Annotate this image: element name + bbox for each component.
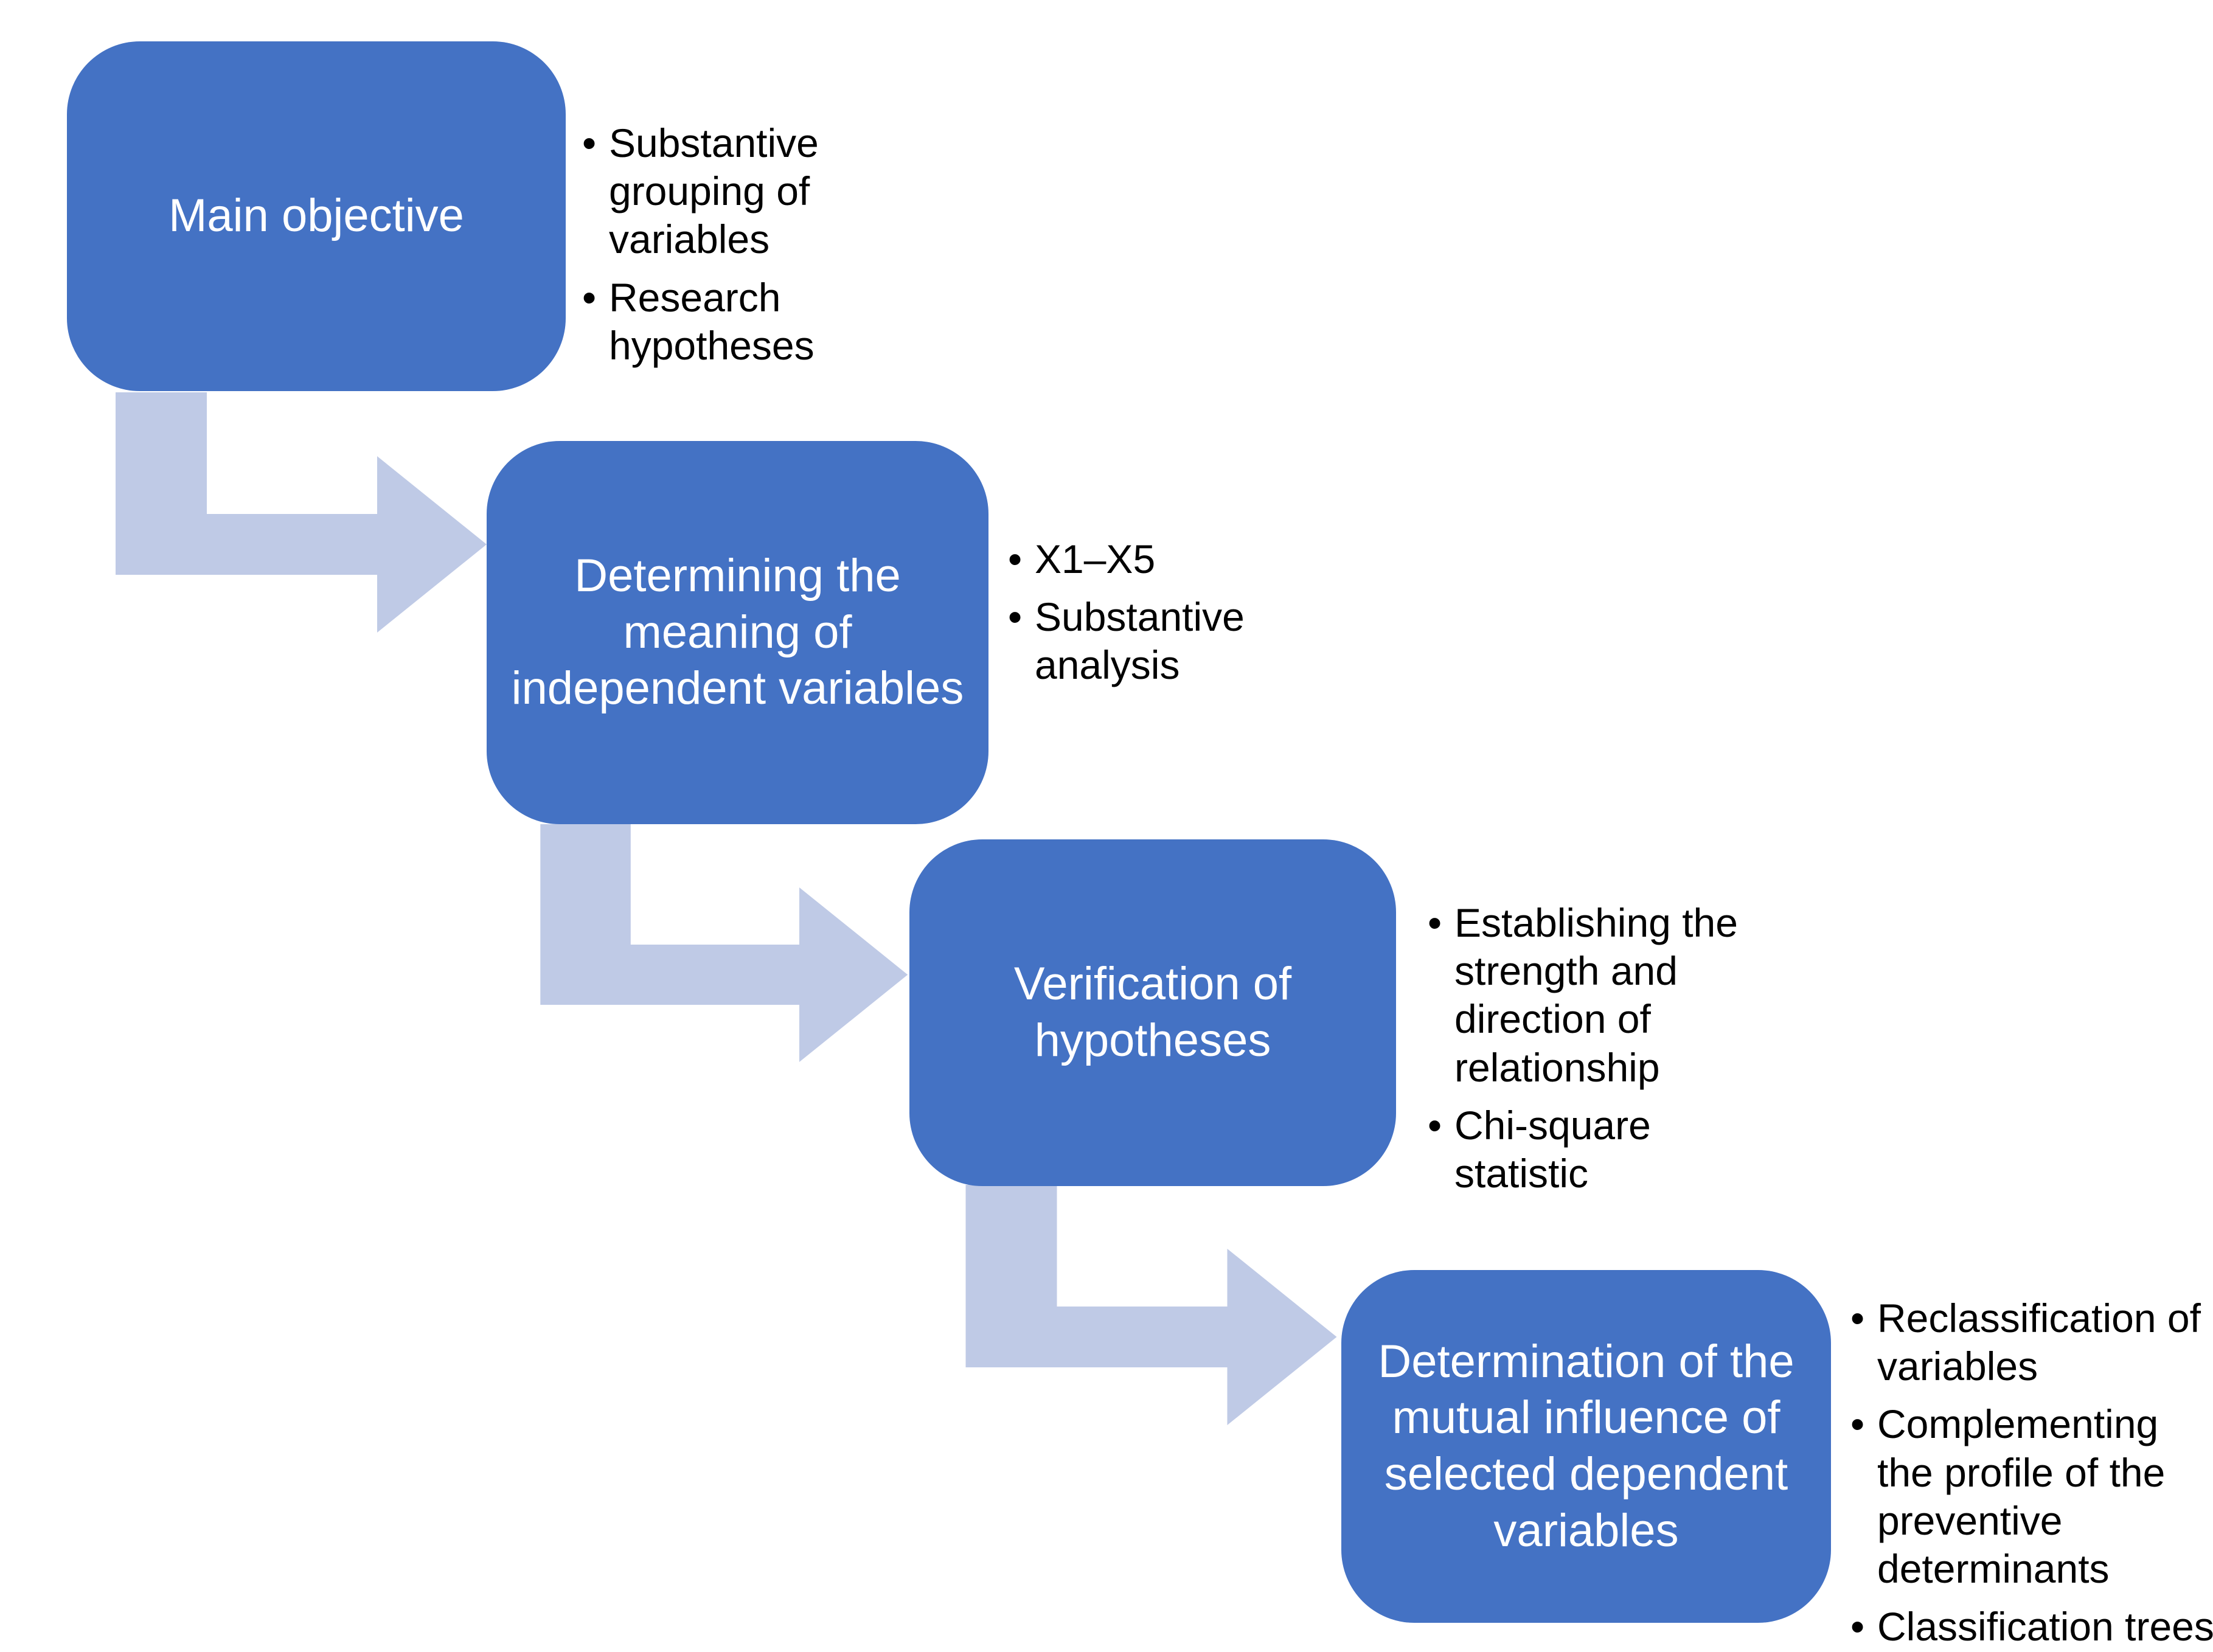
bent-arrow-icon-1	[116, 392, 487, 633]
list-item: Substantive analysis	[1007, 593, 1293, 689]
stage-box-verification-of-hypotheses[interactable]: Verification of hypotheses	[909, 839, 1396, 1186]
stage-box-main-objective[interactable]: Main objective	[67, 41, 566, 391]
process-flow-diagram: Main objective Substantive grouping of v…	[0, 0, 2213, 1652]
list-item: Establishing the strength and direction …	[1426, 899, 1791, 1092]
stage-box-mutual-influence[interactable]: Determination of the mutual influence of…	[1341, 1270, 1831, 1623]
stage-label: Determining the meaning of independent v…	[511, 549, 964, 715]
stage-bullets-main-objective: Substantive grouping of variables Resear…	[581, 119, 842, 370]
stage-box-independent-variables[interactable]: Determining the meaning of independent v…	[487, 441, 988, 824]
bent-arrow-icon-2	[540, 824, 908, 1063]
list-item: Research hypotheses	[581, 274, 842, 370]
list-item: Complementing the profile of the prevent…	[1849, 1400, 2213, 1593]
list-item: Reclassification of variables	[1849, 1294, 2213, 1390]
list-item: Chi-square statistic	[1426, 1102, 1791, 1198]
stage-label: Verification of hypotheses	[1013, 958, 1292, 1066]
stage-bullets-mutual-influence: Reclassification of variables Complement…	[1849, 1294, 2213, 1651]
bent-arrow-icon-3	[965, 1185, 1337, 1425]
stage-bullets-independent-variables: X1–X5 Substantive analysis	[1007, 535, 1293, 690]
list-item: X1–X5	[1007, 535, 1293, 583]
stage-label: Determination of the mutual influence of…	[1378, 1335, 1794, 1557]
stage-label: Main objective	[168, 190, 464, 242]
stage-bullets-verification-of-hypotheses: Establishing the strength and direction …	[1426, 899, 1791, 1198]
list-item: Substantive grouping of variables	[581, 119, 842, 264]
list-item: Classification trees	[1849, 1603, 2213, 1651]
